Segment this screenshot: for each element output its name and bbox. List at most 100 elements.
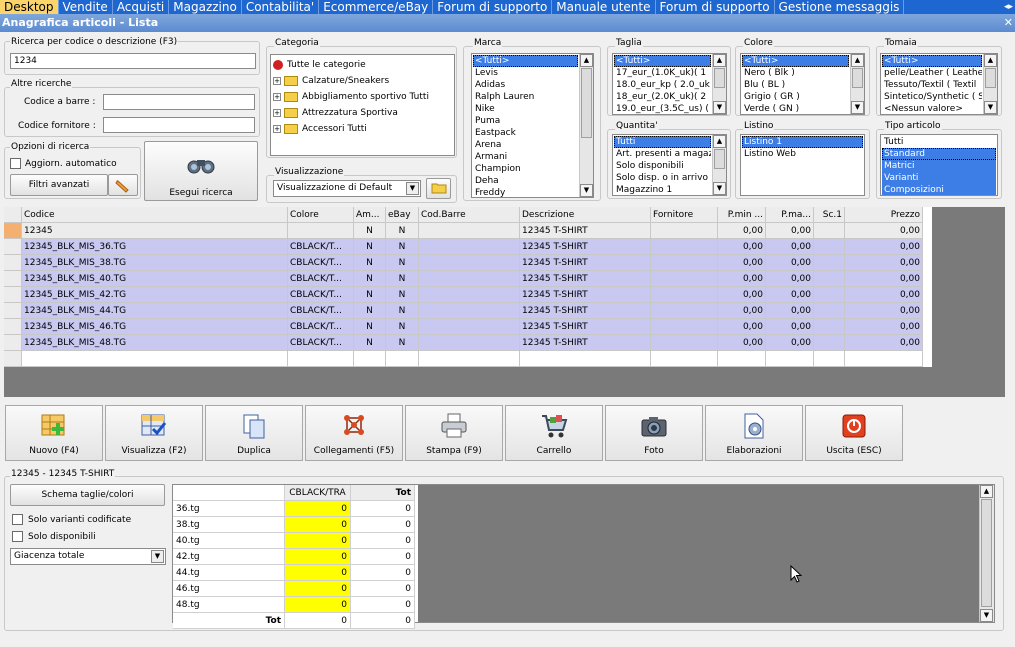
scroll-up-icon[interactable]: ▲ [851, 54, 864, 67]
qty-scrollbar[interactable]: ▲ ▼ [712, 135, 726, 195]
row-indicator[interactable] [4, 351, 22, 367]
advanced-filters-button[interactable]: Filtri avanzati [10, 174, 108, 196]
upper-option[interactable]: Sintetico/Synthetic ( S [882, 91, 982, 103]
menu-item[interactable]: Forum di supporto [656, 0, 775, 14]
row-indicator[interactable] [4, 239, 22, 255]
menu-item[interactable]: Manuale utente [552, 0, 656, 14]
scroll-thumb[interactable] [852, 68, 863, 88]
only-coded-variants-checkbox[interactable] [12, 514, 23, 525]
scroll-thumb[interactable] [714, 68, 725, 88]
exit-button[interactable]: Uscita (ESC) [805, 405, 903, 461]
brand-option[interactable]: Champion [473, 163, 578, 175]
size-row[interactable]: 46.tg 0 0 [173, 581, 415, 597]
brand-option[interactable]: <Tutti> [473, 55, 578, 67]
scroll-down-icon[interactable]: ▼ [580, 184, 593, 197]
close-icon[interactable]: ✕ [1004, 14, 1013, 32]
scroll-up-icon[interactable]: ▲ [713, 135, 726, 148]
view-select[interactable]: Visualizzazione di Default ▼ [273, 180, 421, 197]
row-indicator[interactable] [4, 271, 22, 287]
menu-item[interactable]: Desktop [0, 0, 59, 14]
expand-icon[interactable]: + [273, 92, 281, 101]
size-option[interactable]: 18_eur_(2.0K_uk)( 2 [614, 91, 711, 103]
color-list[interactable]: <Tutti> Nero ( Blk ) Blu ( BL ) Grigio ( GR… [740, 53, 865, 115]
scroll-down-icon[interactable]: ▼ [851, 101, 864, 114]
menu-item[interactable]: Acquisti [113, 0, 170, 14]
size-qty-cell[interactable]: 0 [285, 565, 351, 581]
column-header[interactable]: P.min ... [718, 207, 766, 223]
brand-option[interactable]: Ralph Lauren [473, 91, 578, 103]
row-indicator[interactable] [4, 255, 22, 271]
brand-scrollbar[interactable]: ▲ ▼ [579, 54, 593, 197]
menu-item[interactable]: Gestione messaggis [775, 0, 905, 14]
size-row[interactable]: 40.tg 0 0 [173, 533, 415, 549]
print-button[interactable]: Stampa (F9) [405, 405, 503, 461]
color-option[interactable]: Blu ( BL ) [742, 79, 849, 91]
column-header[interactable]: Codice [22, 207, 288, 223]
size-list[interactable]: <Tutti> 17_eur_(1.0K_uk)( 1 18.0_eur_kp ( … [612, 53, 727, 115]
new-button[interactable]: Nuovo (F4) [5, 405, 103, 461]
size-qty-cell[interactable]: 0 [285, 597, 351, 613]
column-header[interactable]: Cod.Barre [419, 207, 520, 223]
search-input[interactable]: 1234 [10, 53, 256, 69]
column-header[interactable]: Prezzo [845, 207, 923, 223]
size-color-scheme-button[interactable]: Schema taglie/colori [10, 484, 165, 506]
size-option[interactable]: 17_eur_(1.0K_uk)( 1 [614, 67, 711, 79]
menu-item[interactable]: Ecommerce/eBay [319, 0, 434, 14]
column-header[interactable]: Sc.1 [814, 207, 845, 223]
menu-item[interactable]: Vendite [59, 0, 113, 14]
brand-option[interactable]: Nike [473, 103, 578, 115]
brand-option[interactable]: Adidas [473, 79, 578, 91]
category-item[interactable]: + Accessori Tutti [273, 122, 367, 136]
scroll-thumb[interactable] [981, 499, 992, 607]
scroll-down-icon[interactable]: ▼ [713, 101, 726, 114]
size-option[interactable]: 19.0_eur_(3.5C_us) ( [614, 103, 711, 114]
table-row[interactable] [4, 351, 932, 367]
table-row[interactable]: 12345_BLK_MIS_42.TG CBLACK/T... N N 12345 T-… [4, 287, 932, 303]
size-row[interactable]: 48.tg 0 0 [173, 597, 415, 613]
column-header[interactable]: P.ma... [766, 207, 814, 223]
brand-option[interactable]: Levis [473, 67, 578, 79]
upper-option[interactable]: <Nessun valore> [882, 103, 982, 114]
upper-option[interactable]: <Tutti> [882, 55, 982, 67]
brand-option[interactable]: Deha [473, 175, 578, 187]
category-item[interactable]: + Attrezzatura Sportiva [273, 106, 398, 120]
row-indicator[interactable] [4, 303, 22, 319]
table-row[interactable]: 12345_BLK_MIS_40.TG CBLACK/T... N N 12345 T-… [4, 271, 932, 287]
scroll-up-icon[interactable]: ▲ [580, 54, 593, 67]
color-option[interactable]: Nero ( Blk ) [742, 67, 849, 79]
processing-button[interactable]: Elaborazioni [705, 405, 803, 461]
type-option[interactable]: Matrici [882, 160, 996, 172]
menu-scroll-icon[interactable]: ◂▸ [1004, 0, 1013, 14]
size-grid-scrollbar[interactable]: ▲ ▼ [979, 485, 994, 622]
scroll-thumb[interactable] [714, 149, 725, 169]
menu-item[interactable]: Contabilita' [242, 0, 320, 14]
table-row[interactable]: 12345_BLK_MIS_48.TG CBLACK/T... N N 12345 T-… [4, 335, 932, 351]
row-indicator[interactable] [4, 319, 22, 335]
column-header[interactable]: Descrizione [520, 207, 651, 223]
column-header[interactable]: Am... [354, 207, 386, 223]
qty-option[interactable]: Magazzino 1 [614, 184, 711, 195]
upper-list[interactable]: <Tutti> pelle/Leather ( Leather Tessuto/Te… [880, 53, 998, 115]
size-row[interactable]: 44.tg 0 0 [173, 565, 415, 581]
advanced-filters-icon-button[interactable] [108, 174, 138, 196]
qty-option[interactable]: Tutti [614, 136, 711, 148]
duplicate-button[interactable]: Duplica [205, 405, 303, 461]
color-option[interactable]: <Tutti> [742, 55, 849, 67]
qty-option[interactable]: Solo disponibili [614, 160, 711, 172]
menu-item[interactable]: Forum di supporto [433, 0, 553, 14]
brand-option[interactable]: Arena [473, 139, 578, 151]
pricelist-option[interactable]: Listino Web [742, 148, 863, 160]
cart-button[interactable]: Carrello [505, 405, 603, 461]
menu-item[interactable]: Magazzino [169, 0, 242, 14]
open-folder-button[interactable] [426, 178, 451, 199]
brand-option[interactable]: Freddy [473, 187, 578, 197]
expand-icon[interactable]: + [273, 76, 281, 85]
barcode-input[interactable] [103, 94, 255, 110]
pricelist-list[interactable]: Listino 1 Listino Web [740, 134, 865, 196]
color-option[interactable]: Verde ( GN ) [742, 103, 849, 114]
upper-option[interactable]: pelle/Leather ( Leather [882, 67, 982, 79]
size-qty-cell[interactable]: 0 [285, 501, 351, 517]
table-row[interactable]: 12345_BLK_MIS_46.TG CBLACK/T... N N 12345 T-… [4, 319, 932, 335]
links-button[interactable]: Collegamenti (F5) [305, 405, 403, 461]
chevron-down-icon[interactable]: ▼ [406, 182, 419, 195]
